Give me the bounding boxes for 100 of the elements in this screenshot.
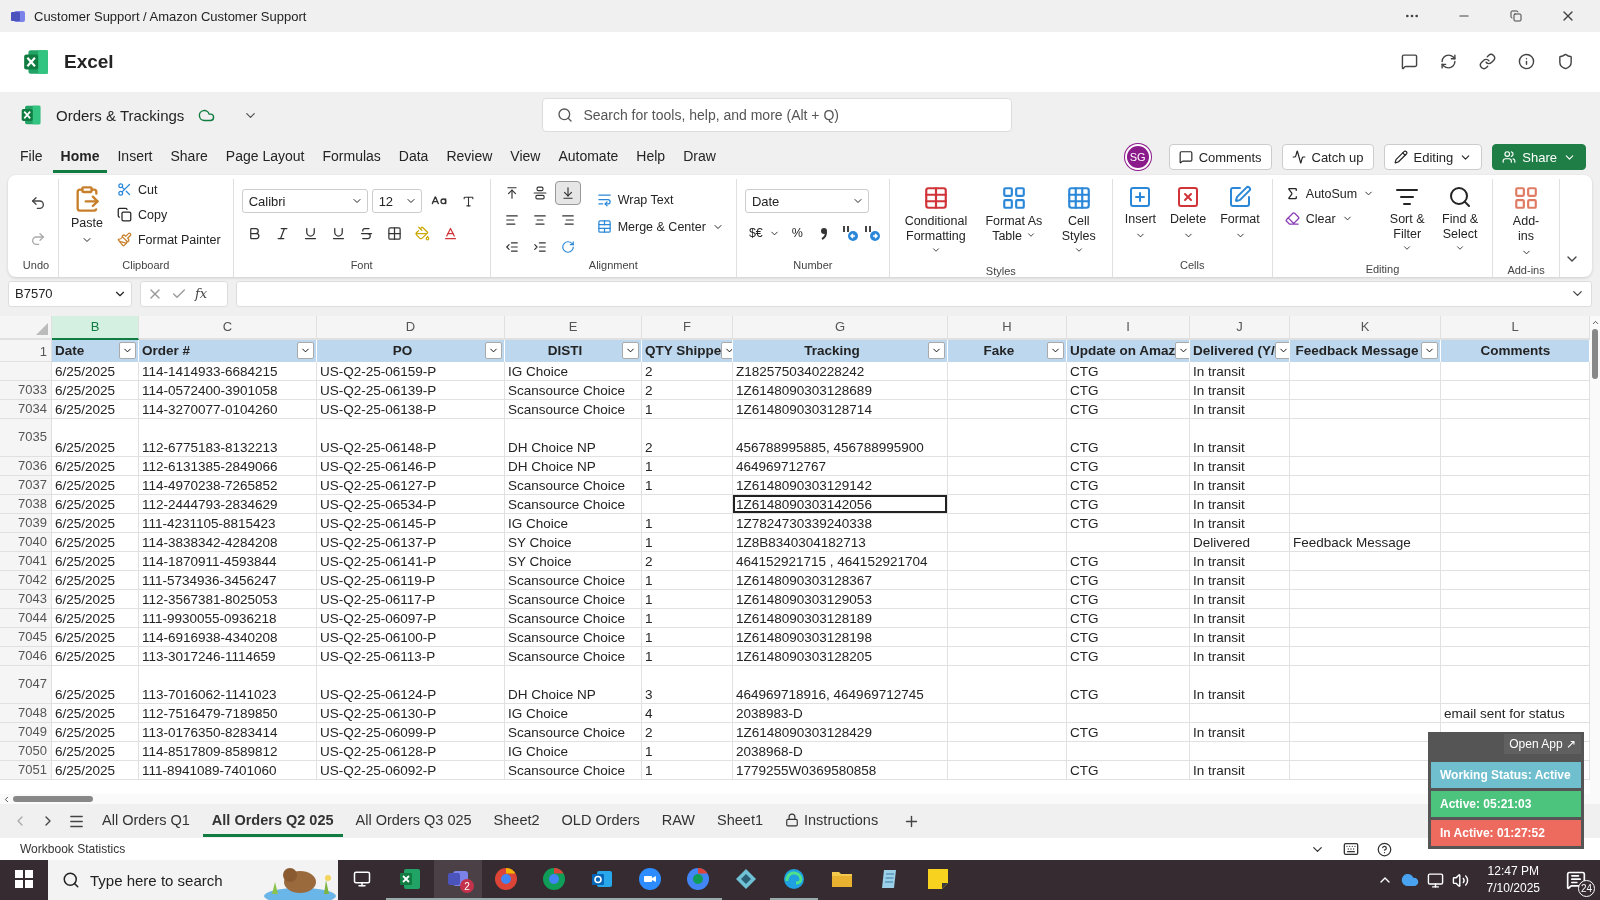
table-cell: 1 <box>642 760 733 780</box>
menu-tab[interactable]: File <box>12 141 51 173</box>
font-name-field[interactable]: Calibri <box>241 189 368 213</box>
clear-button[interactable]: Clear <box>1280 208 1379 229</box>
sheet-tab[interactable]: Instructions <box>776 805 888 837</box>
filter-button[interactable] <box>1274 342 1289 360</box>
menu-tab[interactable]: Page Layout <box>217 141 313 173</box>
scrollbar-thumb[interactable] <box>13 796 93 803</box>
increase-decimal-icon[interactable] <box>840 224 859 242</box>
format-painter-button[interactable]: Format Painter <box>112 229 225 250</box>
column-header[interactable]: B <box>52 315 139 340</box>
scroll-left-icon[interactable] <box>2 794 11 804</box>
column-header[interactable]: F <box>642 315 733 340</box>
share-button[interactable]: Share <box>1492 144 1586 171</box>
menu-tab[interactable]: Draw <box>675 141 724 173</box>
name-box[interactable]: B7570 <box>8 281 132 307</box>
notifications-button[interactable]: 24 <box>1552 860 1600 900</box>
table-cell: 2 <box>642 380 733 400</box>
autosum-button[interactable]: AutoSum <box>1280 183 1379 204</box>
table-cell: US-Q2-25-06092-P <box>317 760 505 780</box>
menu-tab[interactable]: Formulas <box>314 141 389 173</box>
sheet-tab[interactable]: All Orders Q3 025 <box>346 805 481 837</box>
menu-tab[interactable]: Automate <box>550 141 627 173</box>
table-cell: 1Z6148090303128367 <box>733 570 948 590</box>
column-header[interactable]: E <box>505 315 642 340</box>
table-cell: In transit <box>1190 760 1290 780</box>
insert-function-button[interactable]: fx <box>195 286 208 302</box>
sheet-tab[interactable]: OLD Orders <box>552 805 649 837</box>
table-cell: CTG <box>1067 551 1190 571</box>
table-cell: 114-4970238-7265852 <box>139 475 317 495</box>
table-cell: 114-1870911-4593844 <box>139 551 317 571</box>
editing-button[interactable]: Editing <box>1383 144 1483 171</box>
menu-tab[interactable]: Insert <box>109 141 161 173</box>
scrollbar-thumb[interactable] <box>1592 328 1598 379</box>
table-cell: IG Choice <box>505 703 642 723</box>
search-icon <box>1448 185 1473 209</box>
search-icon <box>62 871 80 889</box>
cloud-icon[interactable] <box>1400 871 1419 889</box>
currency-button[interactable]: $€ <box>744 223 784 243</box>
table-cell: In transit <box>1190 380 1290 400</box>
table-cell: Scansource Choice <box>505 646 642 666</box>
network-icon[interactable] <box>1426 871 1444 889</box>
help-icon[interactable] <box>1377 841 1392 857</box>
editing-button[interactable]: Sort & Filter <box>1384 179 1431 263</box>
styles-button[interactable]: Cell Styles <box>1053 179 1104 265</box>
number-format-field[interactable]: Date <box>744 189 869 213</box>
table-cell: CTG <box>1067 760 1190 780</box>
menu-tab[interactable]: Home <box>52 141 108 173</box>
decrease-decimal-icon[interactable] <box>862 224 881 242</box>
open-app-button[interactable]: Open App ↗ <box>1504 734 1581 754</box>
video-app-icon <box>638 867 662 891</box>
copy-button[interactable]: Copy <box>112 204 225 225</box>
catch-up-button[interactable]: Catch up <box>1281 144 1374 171</box>
merge-center-button[interactable]: Merge & Center <box>592 216 728 237</box>
menu-tab[interactable]: Data <box>390 141 437 173</box>
font-size-field[interactable]: 12 <box>371 189 422 213</box>
cut-button[interactable]: Cut <box>112 179 225 200</box>
styles-button[interactable]: Conditional Formatting <box>897 179 974 265</box>
table-cell: 6/25/2025 <box>52 741 139 761</box>
column-header[interactable]: L <box>1441 315 1590 340</box>
styles-button[interactable]: Format As Table <box>979 179 1048 250</box>
menu-tab[interactable]: Share <box>162 141 216 173</box>
keyboard-icon[interactable] <box>1343 841 1359 858</box>
menu-tab[interactable]: View <box>502 141 549 173</box>
sheet-tab[interactable]: RAW <box>652 805 705 837</box>
table-cell: 6/25/2025 <box>52 589 139 609</box>
bottom-align-icon[interactable] <box>554 181 581 205</box>
sheet-tab[interactable]: Sheet2 <box>484 805 549 837</box>
column-header[interactable]: J <box>1190 315 1290 340</box>
column-header[interactable]: K <box>1290 315 1441 340</box>
cells-button[interactable]: Format <box>1216 179 1264 247</box>
chat-icon <box>1401 53 1418 71</box>
sheet-tab[interactable]: Sheet1 <box>708 805 772 837</box>
formula-field[interactable] <box>236 281 1592 307</box>
column-header[interactable]: G <box>733 315 948 340</box>
search-field[interactable]: Search for tools, help, and more (Alt + Q) <box>542 98 1013 133</box>
column-header[interactable]: C <box>139 315 317 340</box>
column-header[interactable]: H <box>948 315 1067 340</box>
percent-button[interactable]: % <box>787 223 807 243</box>
add-ins-button[interactable]: Add-ins <box>1501 179 1551 264</box>
browser-icon <box>494 867 518 891</box>
column-header[interactable]: I <box>1067 315 1190 340</box>
menu-tab[interactable]: Review <box>438 141 501 173</box>
cells-button[interactable]: Insert <box>1120 179 1161 247</box>
taskbar-button[interactable]: 2 <box>434 860 482 900</box>
editing-button[interactable]: Find & Select <box>1436 179 1485 263</box>
header-cell: PO <box>317 339 505 362</box>
wrap-text-button[interactable]: Wrap Text <box>592 189 728 210</box>
paste-button[interactable]: Paste <box>67 179 107 252</box>
table-cell: Scansource Choice <box>505 475 642 495</box>
cells-button[interactable]: Delete <box>1166 179 1211 247</box>
comments-button[interactable]: Comments <box>1168 144 1272 171</box>
clock[interactable]: 12:47 PM 7/10/2025 <box>1474 863 1552 897</box>
taskbar-search-field[interactable]: Type here to search <box>48 860 338 900</box>
column-header[interactable]: D <box>317 315 505 340</box>
menu-tab[interactable]: Help <box>628 141 674 173</box>
user-avatar[interactable]: SG <box>1124 144 1151 171</box>
sheet-tab[interactable]: All Orders Q1 <box>93 805 199 837</box>
header-cell: Delivered (Y/ <box>1190 339 1290 362</box>
volume-icon[interactable] <box>1451 871 1469 889</box>
